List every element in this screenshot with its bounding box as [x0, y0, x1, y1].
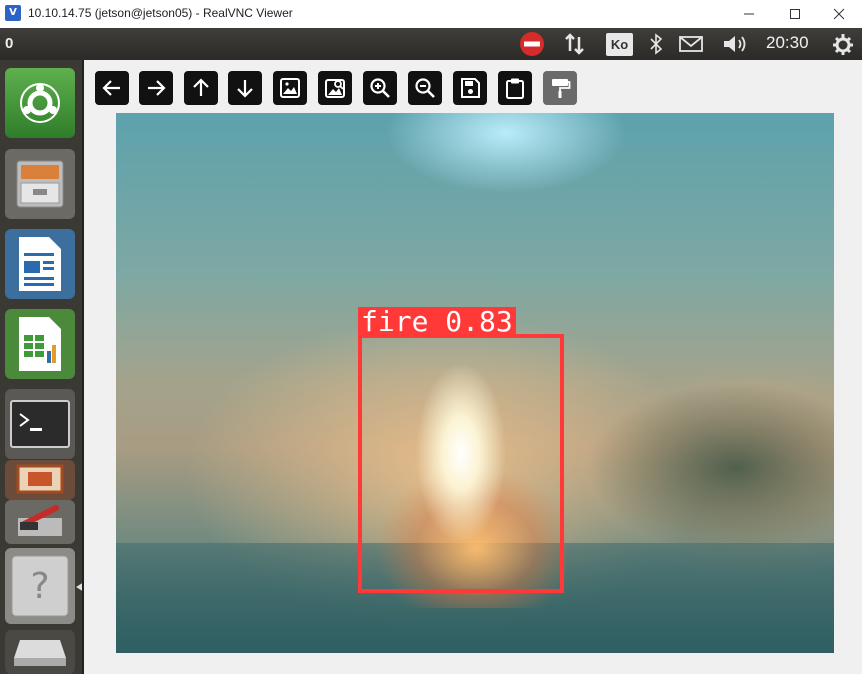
- mail-icon[interactable]: [677, 31, 705, 57]
- close-button[interactable]: [816, 0, 862, 28]
- workspace-number: 0: [5, 35, 14, 52]
- tools-icon: [18, 505, 62, 536]
- spreadsheet-icon: [19, 317, 61, 371]
- help-icon: ?: [11, 555, 69, 617]
- image-button[interactable]: [273, 71, 307, 105]
- detection-label: fire 0.83: [358, 307, 516, 337]
- launcher-active-indicator-icon: [76, 583, 82, 591]
- clock[interactable]: 20:30: [766, 33, 809, 53]
- viewer-area: fire 0.83: [85, 60, 862, 674]
- settings-button[interactable]: [5, 500, 75, 544]
- no-entry-icon[interactable]: [518, 31, 546, 57]
- network-transfer-icon[interactable]: [562, 31, 588, 57]
- minimize-icon: [744, 13, 754, 15]
- terminal-button[interactable]: [5, 389, 75, 459]
- keyboard-layout-badge[interactable]: Ko: [606, 33, 633, 56]
- trash-button[interactable]: [5, 630, 75, 674]
- zoom-in-button[interactable]: [363, 71, 397, 105]
- paint-button[interactable]: [543, 71, 577, 105]
- up-button[interactable]: [184, 71, 218, 105]
- file-cabinet-icon: [16, 160, 64, 208]
- ubuntu-dash-button[interactable]: [5, 68, 75, 138]
- image-search-icon: [325, 79, 345, 98]
- document-icon: [19, 237, 61, 291]
- help-button[interactable]: ?: [5, 548, 75, 624]
- maximize-icon: [790, 9, 800, 19]
- image-search-button[interactable]: [318, 71, 352, 105]
- camera-frame: fire 0.83: [116, 113, 834, 653]
- clipboard-button[interactable]: [498, 71, 532, 105]
- writer-button[interactable]: [5, 229, 75, 299]
- image-icon: [280, 78, 300, 98]
- calc-button[interactable]: [5, 309, 75, 379]
- close-icon: [833, 8, 845, 20]
- down-button[interactable]: [228, 71, 262, 105]
- files-button[interactable]: [5, 149, 75, 219]
- arrow-up-icon: [193, 78, 209, 96]
- zoom-out-button[interactable]: [408, 71, 442, 105]
- top-panel: 0 20:30: [0, 28, 862, 60]
- gear-icon[interactable]: [830, 31, 856, 57]
- detection-box: [358, 334, 564, 593]
- svg-text:?: ?: [30, 566, 49, 607]
- terminal-icon: [10, 400, 70, 448]
- presentation-icon: [16, 464, 64, 494]
- launcher: ?: [0, 60, 84, 674]
- impress-button[interactable]: [5, 460, 75, 500]
- window-title: 10.10.14.75 (jetson@jetson05) - RealVNC …: [28, 6, 293, 20]
- zoom-out-icon: [415, 78, 435, 98]
- back-button[interactable]: [95, 71, 129, 105]
- clipboard-icon: [506, 78, 524, 99]
- zoom-in-icon: [370, 78, 390, 98]
- realvnc-icon: V: [5, 5, 21, 21]
- arrow-left-icon: [102, 80, 120, 96]
- volume-icon[interactable]: [721, 31, 751, 57]
- minimize-button[interactable]: [726, 0, 772, 28]
- tree-silhouette: [586, 383, 834, 553]
- arrow-down-icon: [237, 80, 253, 98]
- save-icon: [461, 78, 480, 98]
- paint-roller-icon: [552, 79, 571, 98]
- arrow-right-icon: [148, 80, 166, 96]
- forward-button[interactable]: [139, 71, 173, 105]
- ubuntu-logo-icon: [20, 83, 60, 123]
- window-titlebar: V 10.10.14.75 (jetson@jetson05) - RealVN…: [0, 0, 862, 28]
- save-button[interactable]: [453, 71, 487, 105]
- bluetooth-icon[interactable]: [645, 31, 667, 57]
- maximize-button[interactable]: [772, 0, 818, 28]
- drive-icon: [14, 640, 66, 666]
